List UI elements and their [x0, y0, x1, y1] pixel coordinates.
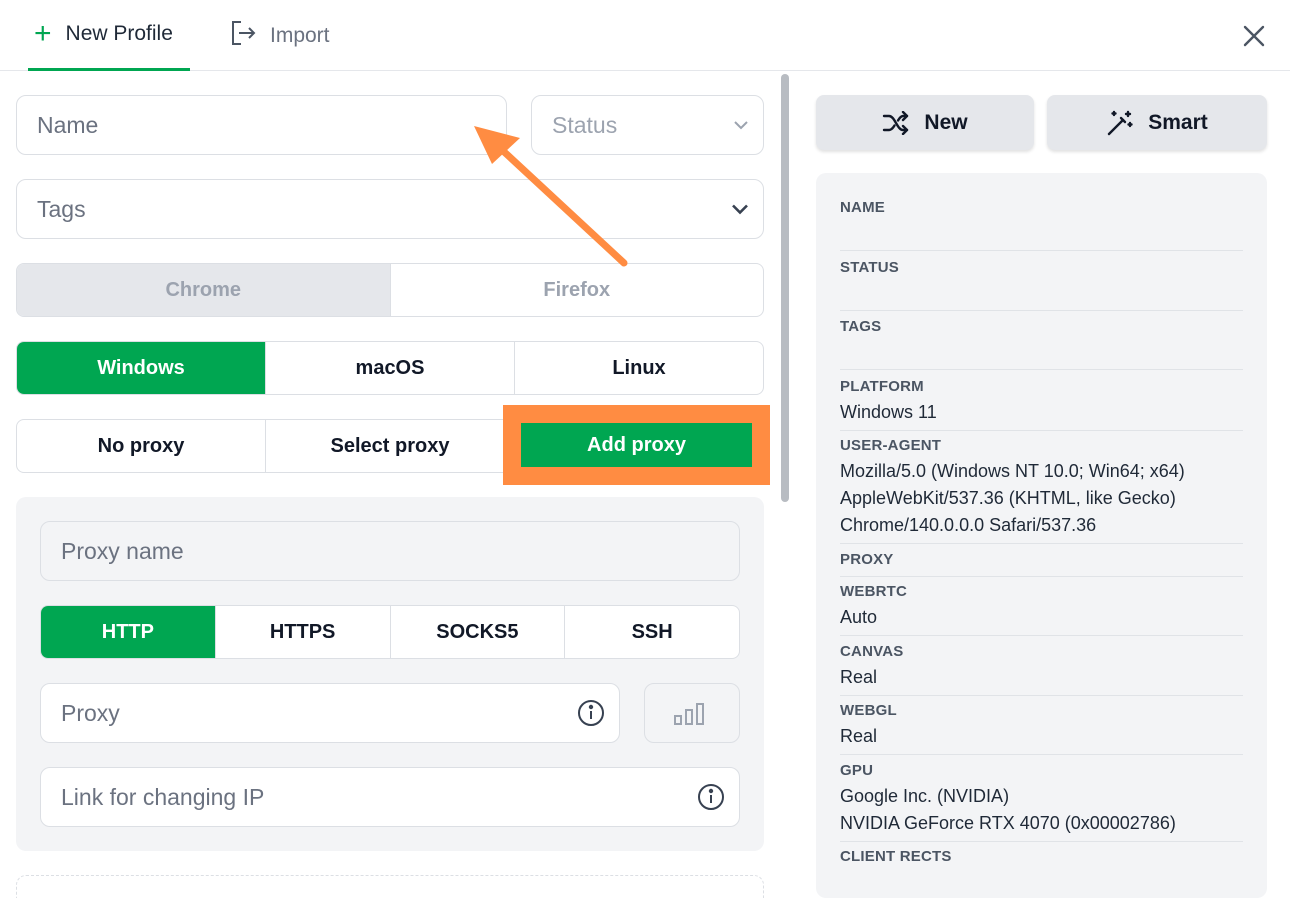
close-button[interactable]: [1236, 18, 1272, 54]
summary-gpu-row: GPU Google Inc. (NVIDIA) NVIDIA GeForce …: [840, 762, 1243, 842]
plus-icon: +: [34, 17, 52, 50]
name-field[interactable]: [16, 95, 507, 155]
proxy-mode-select[interactable]: Select proxy: [266, 420, 515, 472]
os-selector: Windows macOS Linux: [16, 341, 764, 395]
summary-ua-label: USER-AGENT: [840, 437, 942, 454]
proxy-name-input[interactable]: [61, 537, 719, 565]
proxy-type-https[interactable]: HTTPS: [216, 606, 391, 658]
summary-name-label: NAME: [840, 199, 885, 216]
summary-webrtc-label: WEBRTC: [840, 583, 908, 600]
summary-gpu-line1: Google Inc. (NVIDIA): [840, 786, 1010, 806]
summary-ua-line1: Mozilla/5.0 (Windows NT 10.0; Win64; x64…: [840, 461, 1185, 481]
proxy-type-selector: HTTP HTTPS SOCKS5 SSH: [40, 605, 740, 659]
scrollbar-thumb[interactable]: [781, 74, 789, 502]
summary-gpu-label: GPU: [840, 762, 874, 779]
summary-webgl-label: WEBGL: [840, 702, 897, 719]
summary-platform-value: Windows 11: [840, 402, 937, 422]
summary-proxy-label: PROXY: [840, 551, 894, 568]
tab-new-profile-label: New Profile: [65, 22, 173, 45]
smart-fingerprint-button[interactable]: Smart: [1047, 95, 1267, 150]
add-proxy-button[interactable]: Add proxy: [521, 423, 752, 467]
browser-selector: Chrome Firefox: [16, 263, 764, 317]
signal-bars-icon: [674, 703, 704, 725]
summary-ua-line3: Chrome/140.0.0.0 Safari/537.36: [840, 515, 1097, 535]
smart-button-label: Smart: [1148, 110, 1208, 134]
proxy-type-socks5[interactable]: SOCKS5: [391, 606, 566, 658]
summary-canvas-value: Real: [840, 667, 878, 687]
dashed-section-box[interactable]: [16, 875, 764, 898]
proxy-type-http[interactable]: HTTP: [41, 606, 216, 658]
proxy-type-ssh[interactable]: SSH: [565, 606, 739, 658]
summary-webgl-value: Real: [840, 726, 878, 746]
status-placeholder: Status: [552, 111, 618, 138]
summary-status-label: STATUS: [840, 259, 899, 276]
close-icon: [1243, 25, 1265, 47]
summary-webgl-row: WEBGL Real: [840, 702, 1243, 755]
summary-client-rects-label: CLIENT RECTS: [840, 848, 952, 865]
info-icon[interactable]: [577, 699, 605, 727]
summary-platform-row: PLATFORM Windows 11: [840, 378, 1243, 431]
summary-webrtc-value: Auto: [840, 607, 878, 627]
new-fingerprint-button[interactable]: New: [816, 95, 1034, 150]
summary-ua-value: Mozilla/5.0 (Windows NT 10.0; Win64; x64…: [840, 458, 1243, 539]
chevron-down-icon: [732, 204, 748, 215]
proxy-field[interactable]: [40, 683, 620, 743]
tab-new-profile[interactable]: + New Profile: [28, 0, 190, 71]
chevron-down-icon: [734, 121, 748, 130]
summary-ua-line2: AppleWebKit/537.36 (KHTML, like Gecko): [840, 488, 1176, 508]
proxy-input[interactable]: [61, 699, 599, 727]
name-input[interactable]: [37, 111, 486, 139]
summary-proxy-row: PROXY: [840, 551, 1243, 577]
check-proxy-button[interactable]: [644, 683, 740, 743]
os-macos[interactable]: macOS: [266, 342, 515, 394]
summary-canvas-label: CANVAS: [840, 643, 904, 660]
status-select[interactable]: Status: [531, 95, 764, 155]
proxy-name-field[interactable]: [40, 521, 740, 581]
import-icon: [230, 19, 256, 53]
shuffle-icon: [883, 110, 909, 135]
os-linux[interactable]: Linux: [515, 342, 763, 394]
change-ip-input[interactable]: [61, 783, 719, 811]
summary-gpu-line2: NVIDIA GeForce RTX 4070 (0x00002786): [840, 813, 1176, 833]
summary-gpu-value: Google Inc. (NVIDIA) NVIDIA GeForce RTX …: [840, 783, 1243, 837]
new-button-label: New: [924, 110, 968, 134]
magic-wand-icon: [1108, 110, 1133, 135]
browser-firefox[interactable]: Firefox: [391, 264, 764, 316]
summary-webrtc-row: WEBRTC Auto: [840, 583, 1243, 636]
summary-status-row: STATUS: [840, 259, 1243, 311]
summary-tags-row: TAGS: [840, 318, 1243, 370]
info-icon[interactable]: [697, 783, 725, 811]
summary-tags-label: TAGS: [840, 318, 882, 335]
proxy-mode-none[interactable]: No proxy: [17, 420, 266, 472]
tab-import[interactable]: Import: [230, 0, 330, 71]
profile-summary-panel: NAME STATUS TAGS PLATFORM Windows 11 USE…: [816, 173, 1267, 898]
summary-name-row: NAME: [840, 199, 1243, 251]
tags-select[interactable]: Tags: [16, 179, 764, 239]
summary-client-rects-row: CLIENT RECTS: [840, 848, 1243, 874]
browser-chrome[interactable]: Chrome: [17, 264, 391, 316]
summary-canvas-row: CANVAS Real: [840, 643, 1243, 696]
summary-platform-label: PLATFORM: [840, 378, 924, 395]
header-bar: + New Profile Import: [0, 0, 1290, 71]
change-ip-field[interactable]: [40, 767, 740, 827]
tab-import-label: Import: [270, 23, 330, 47]
summary-useragent-row: USER-AGENT Mozilla/5.0 (Windows NT 10.0;…: [840, 437, 1243, 544]
tags-placeholder: Tags: [37, 195, 86, 222]
os-windows[interactable]: Windows: [17, 342, 266, 394]
